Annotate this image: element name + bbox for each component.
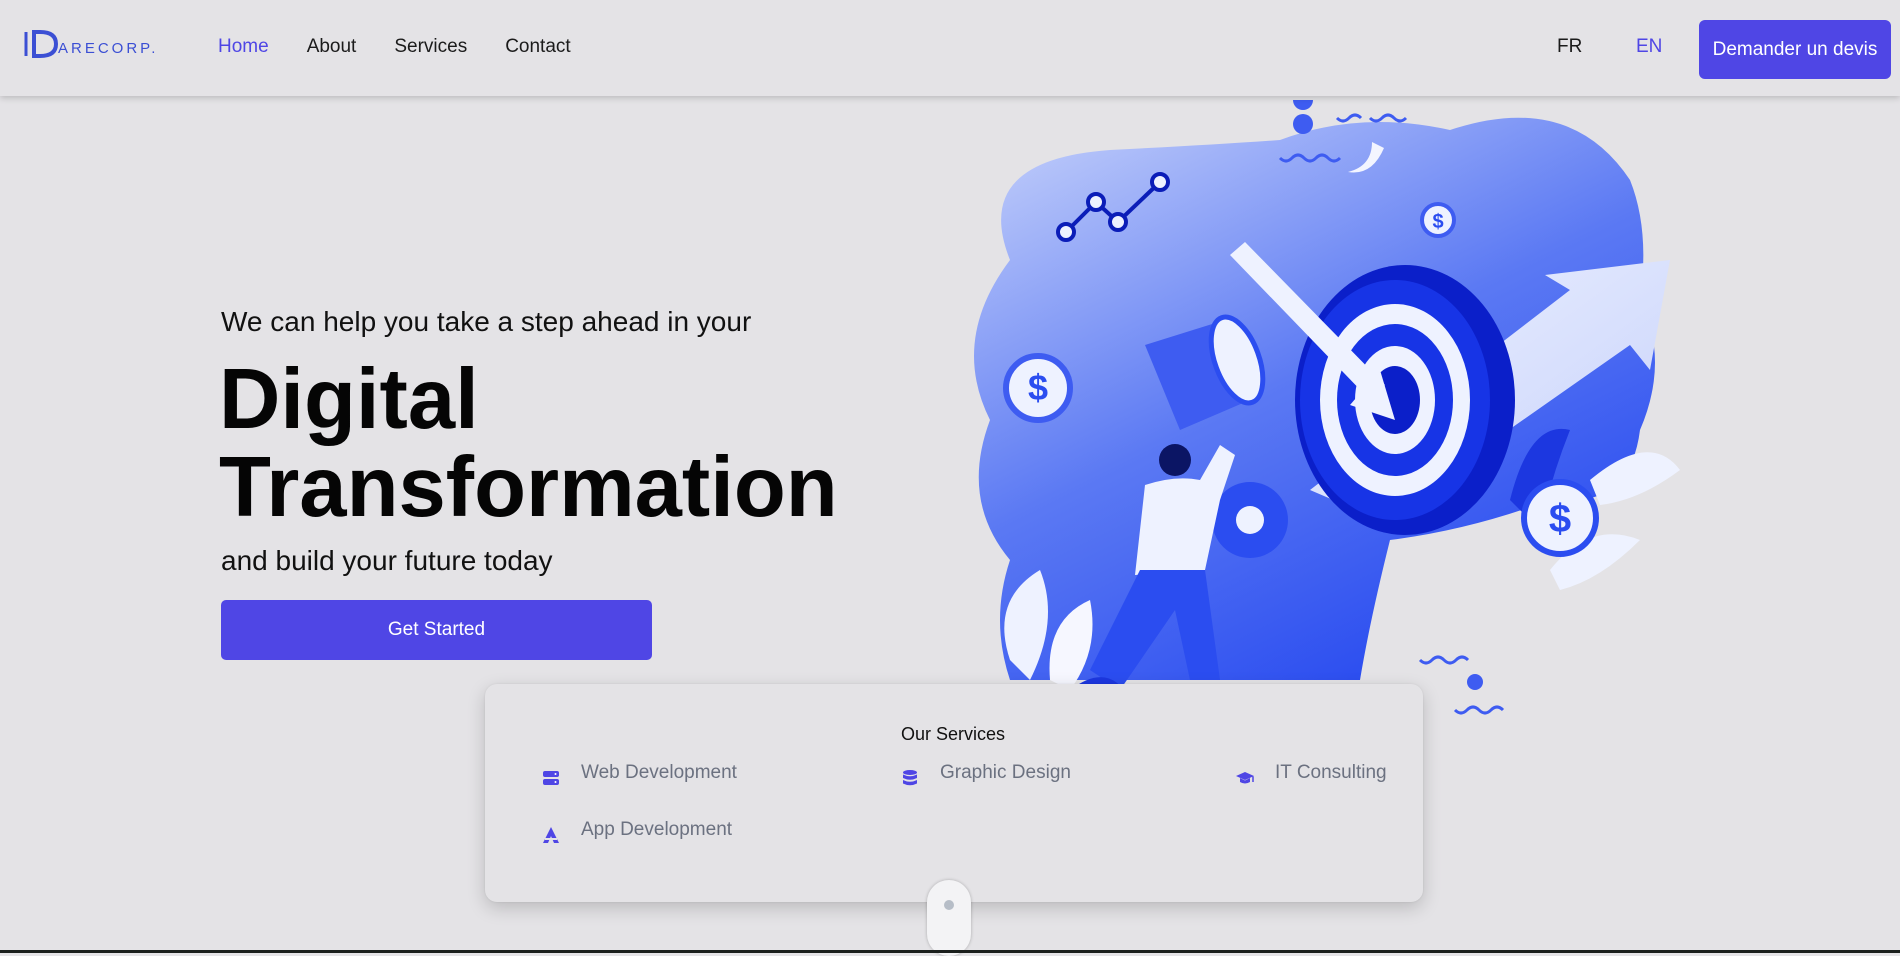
service-label: Graphic Design bbox=[940, 762, 1071, 783]
server-icon bbox=[543, 771, 559, 785]
nav-about-link[interactable]: About bbox=[307, 36, 357, 58]
service-graphic-design[interactable]: Graphic Design bbox=[900, 762, 1071, 788]
service-web-development[interactable]: Web Development bbox=[541, 762, 737, 788]
services-card: Our Services Web Development Graphic Des… bbox=[485, 684, 1423, 902]
get-started-button[interactable]: Get Started bbox=[221, 600, 652, 660]
svg-text:$: $ bbox=[1432, 211, 1443, 233]
nav-services-link[interactable]: Services bbox=[394, 36, 467, 58]
request-quote-button[interactable]: Demander un devis bbox=[1699, 20, 1891, 79]
scroll-wheel-dot bbox=[944, 900, 954, 910]
services-title: Our Services bbox=[901, 724, 1006, 744]
main-nav: Home About Services Contact bbox=[218, 36, 571, 58]
scroll-down-indicator[interactable] bbox=[927, 880, 971, 956]
graduation-cap-icon bbox=[1236, 772, 1254, 784]
logo-text: ARECORP. bbox=[58, 40, 159, 57]
nav-contact-link[interactable]: Contact bbox=[505, 36, 570, 58]
hero-title: Digital Transformation bbox=[219, 356, 919, 532]
service-label: IT Consulting bbox=[1275, 762, 1387, 783]
lang-en-link[interactable]: EN bbox=[1636, 36, 1662, 58]
hero-subtitle: and build your future today bbox=[221, 545, 553, 576]
top-navbar: ARECORP. Home About Services Contact FR … bbox=[0, 0, 1900, 96]
svg-text:$: $ bbox=[1028, 367, 1048, 408]
service-it-consulting[interactable]: IT Consulting bbox=[1235, 762, 1387, 788]
service-label: App Development bbox=[581, 819, 733, 840]
service-label: Web Development bbox=[581, 762, 737, 783]
hero-illustration: $ $ $ bbox=[974, 100, 1680, 715]
nav-home-link[interactable]: Home bbox=[218, 36, 269, 58]
app-store-icon bbox=[543, 827, 559, 843]
lang-fr-link[interactable]: FR bbox=[1557, 36, 1582, 58]
svg-text:$: $ bbox=[1549, 497, 1571, 541]
database-icon bbox=[903, 770, 917, 786]
hero-pretitle: We can help you take a step ahead in you… bbox=[221, 306, 752, 337]
hero-title-line1: Digital bbox=[219, 352, 479, 447]
service-app-development[interactable]: App Development bbox=[541, 819, 732, 845]
hero-title-line2: Transformation bbox=[219, 440, 838, 535]
logo[interactable]: ARECORP. bbox=[22, 22, 172, 74]
